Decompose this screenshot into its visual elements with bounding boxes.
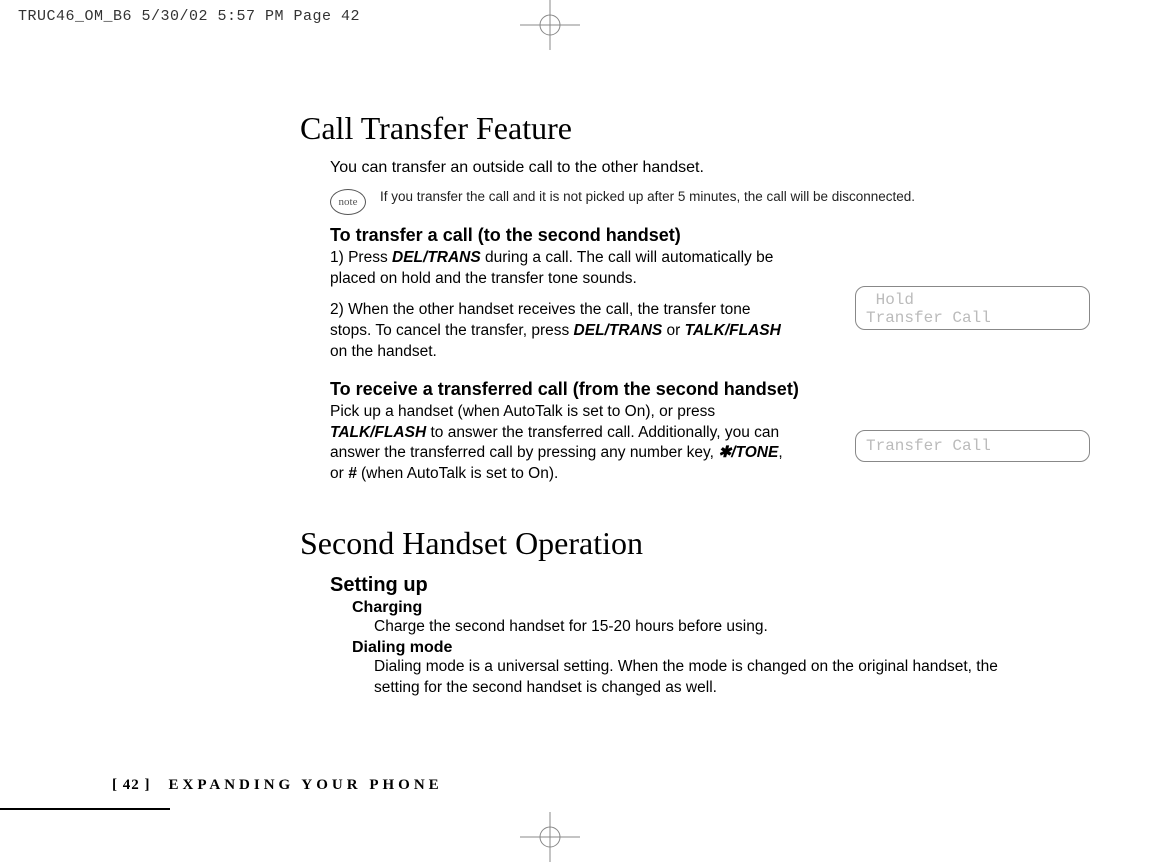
- heading-to-receive: To receive a transferred call (from the …: [330, 379, 1050, 400]
- dialing-body: Dialing mode is a universal setting. Whe…: [374, 657, 1034, 697]
- footer-label: EXPANDING YOUR PHONE: [169, 777, 443, 793]
- rcv-key2: ✱/TONE: [718, 444, 778, 461]
- lcd-transfer: Transfer Call: [855, 430, 1090, 462]
- step2-key1: DEL/TRANS: [574, 322, 663, 339]
- note-row: note If you transfer the call and it is …: [330, 189, 1050, 215]
- section-title-call-transfer: Call Transfer Feature: [300, 110, 1050, 147]
- heading-setting-up: Setting up: [330, 574, 1050, 597]
- step2-key2: TALK/FLASH: [685, 322, 781, 339]
- registration-mark-top: [520, 0, 580, 50]
- step-1: 1) Press DEL/TRANS during a call. The ca…: [330, 248, 790, 290]
- lcd1-line2: Transfer Call: [866, 309, 1079, 327]
- lcd1-line1: Hold: [866, 291, 1079, 309]
- page-content: Call Transfer Feature You can transfer a…: [300, 110, 1050, 698]
- note-text: If you transfer the call and it is not p…: [380, 189, 915, 206]
- heading-to-transfer: To transfer a call (to the second handse…: [330, 225, 1050, 246]
- page-number: [ 42 ]: [112, 777, 151, 793]
- lcd-hold-transfer: Hold Transfer Call: [855, 286, 1090, 330]
- step-2: 2) When the other handset receives the c…: [330, 300, 790, 363]
- step2-rest: on the handset.: [330, 343, 437, 360]
- rcv-key3: #: [348, 465, 357, 482]
- print-slug: TRUC46_OM_B6 5/30/02 5:57 PM Page 42: [0, 0, 1164, 33]
- receive-body: Pick up a handset (when AutoTalk is set …: [330, 402, 790, 486]
- footer: [ 42 ] EXPANDING YOUR PHONE: [112, 776, 443, 794]
- step1-key: DEL/TRANS: [392, 249, 481, 266]
- section-title-second-handset: Second Handset Operation: [300, 525, 1050, 562]
- intro-text: You can transfer an outside call to the …: [330, 159, 1050, 177]
- step1-prefix: 1) Press: [330, 249, 392, 266]
- note-icon: note: [330, 189, 366, 215]
- registration-mark-bottom: [520, 812, 580, 862]
- rcv-d: (when AutoTalk is set to On).: [357, 465, 559, 482]
- heading-dialing-mode: Dialing mode: [352, 639, 1050, 657]
- rcv-a: Pick up a handset (when AutoTalk is set …: [330, 403, 715, 420]
- lcd2-line1: Transfer Call: [866, 437, 1079, 455]
- footer-rule: [0, 808, 170, 810]
- heading-charging: Charging: [352, 599, 1050, 617]
- rcv-key1: TALK/FLASH: [330, 424, 426, 441]
- charging-body: Charge the second handset for 15-20 hour…: [374, 617, 1034, 637]
- step2-mid: or: [662, 322, 684, 339]
- section-second-handset: Second Handset Operation Setting up Char…: [300, 525, 1050, 697]
